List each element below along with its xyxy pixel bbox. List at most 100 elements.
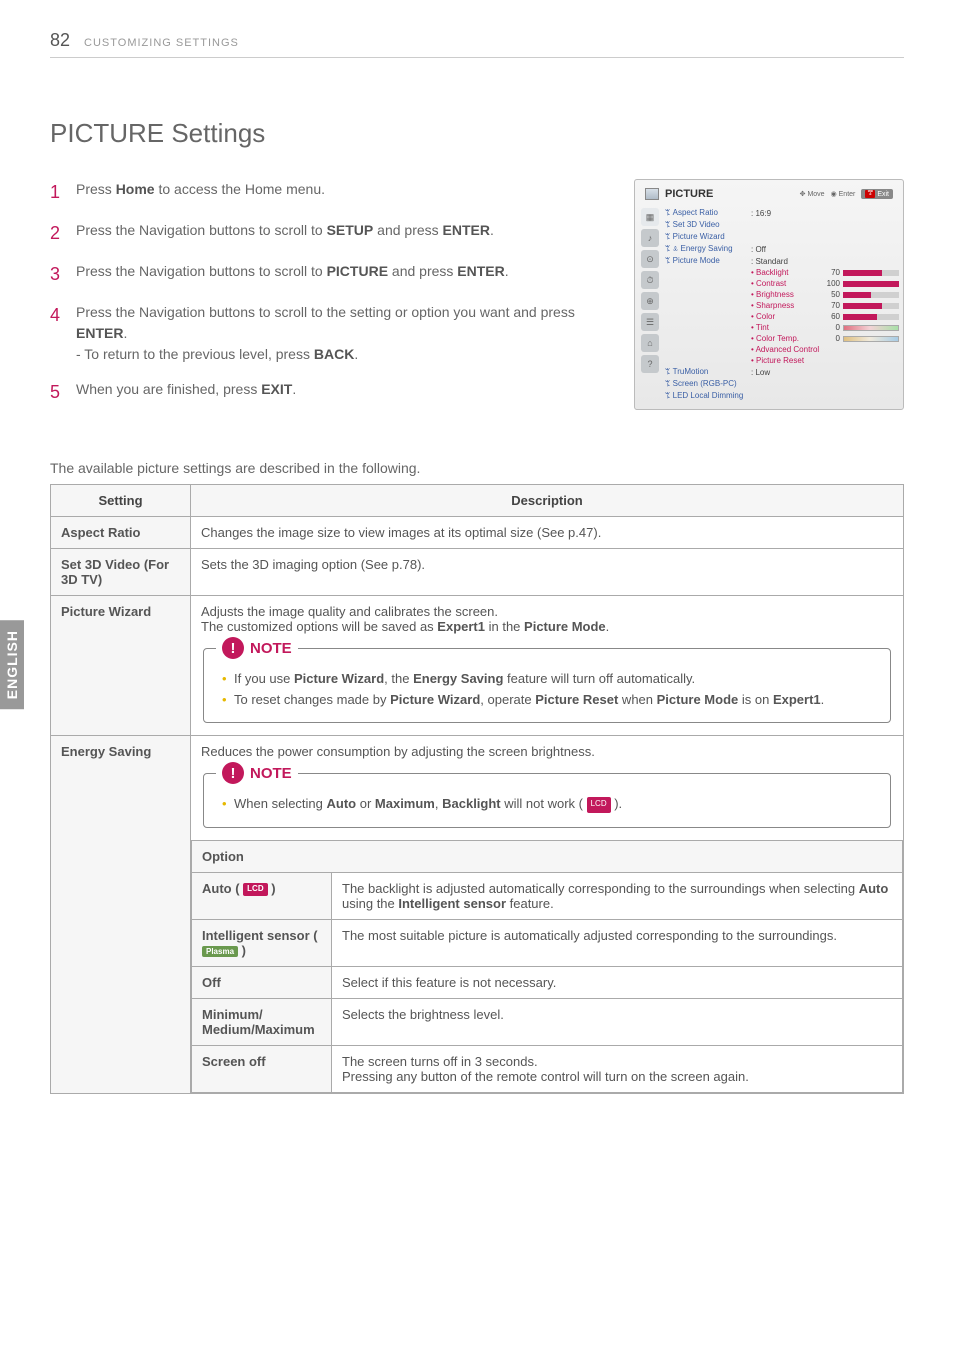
osd-item[interactable]: ꔂ Picture Mode: Standard: [665, 256, 899, 266]
osd-move-hint: ✥ Move: [800, 190, 825, 198]
option-desc: The most suitable picture is automatical…: [332, 919, 903, 966]
colortemp-bar[interactable]: [843, 336, 899, 342]
setting-name: Energy Saving: [51, 736, 191, 1093]
setting-name: Set 3D Video (For 3D TV): [51, 549, 191, 596]
option-name: Intelligent sensor ( Plasma ): [192, 919, 332, 966]
note-icon: !: [222, 637, 244, 659]
setting-desc: Changes the image size to view images at…: [191, 517, 904, 549]
options-table: Option Auto ( LCD ) The backlight is adj…: [191, 840, 903, 1093]
osd-cat-icon[interactable]: ♪: [641, 229, 659, 247]
tint-bar[interactable]: [843, 325, 899, 331]
osd-extra[interactable]: • Picture Reset: [665, 356, 899, 365]
option-row: Screen off The screen turns off in 3 sec…: [192, 1045, 903, 1092]
table-row: Energy Saving Reduces the power consumpt…: [51, 736, 904, 1093]
note-label: ! NOTE: [216, 637, 298, 659]
option-name: Screen off: [192, 1045, 332, 1092]
option-row: Intelligent sensor ( Plasma ) The most s…: [192, 919, 903, 966]
step-number: 2: [50, 220, 76, 247]
step-number: 5: [50, 379, 76, 406]
osd-item[interactable]: ꔂ Screen (RGB-PC): [665, 379, 899, 389]
step: 2 Press the Navigation buttons to scroll…: [50, 220, 614, 247]
step: 5 When you are finished, press EXIT.: [50, 379, 614, 406]
note-item: If you use Picture Wizard, the Energy Sa…: [222, 670, 876, 688]
option-header: Option: [192, 840, 903, 872]
osd-item[interactable]: ꔂ Picture Wizard: [665, 232, 899, 242]
slider-track[interactable]: [843, 303, 899, 309]
table-row: Set 3D Video (For 3D TV) Sets the 3D ima…: [51, 549, 904, 596]
osd-slider-row[interactable]: • Backlight 70: [665, 268, 899, 277]
page-header: 82 CUSTOMIZING SETTINGS: [50, 30, 904, 58]
slider-track[interactable]: [843, 281, 899, 287]
step-text: Press the Navigation buttons to scroll t…: [76, 261, 509, 288]
osd-slider-row[interactable]: • Brightness 50: [665, 290, 899, 299]
table-row: Picture Wizard Adjusts the image quality…: [51, 596, 904, 736]
option-desc: The screen turns off in 3 seconds.Pressi…: [332, 1045, 903, 1092]
note-item: When selecting Auto or Maximum, Backligh…: [222, 795, 876, 813]
setting-desc: Sets the 3D imaging option (See p.78).: [191, 549, 904, 596]
osd-slider-row[interactable]: • Sharpness 70: [665, 301, 899, 310]
osd-tint-row[interactable]: • Tint 0: [665, 323, 899, 332]
note-icon: !: [222, 762, 244, 784]
picture-icon: [645, 188, 659, 200]
option-name: Auto ( LCD ): [192, 872, 332, 919]
setting-name: Picture Wizard: [51, 596, 191, 736]
osd-cat-icon[interactable]: ⌂: [641, 334, 659, 352]
osd-item[interactable]: ꔂ TruMotion: Low: [665, 367, 899, 377]
page-number: 82: [50, 30, 70, 51]
table-intro: The available picture settings are descr…: [50, 460, 904, 476]
step-number: 4: [50, 302, 76, 365]
setting-name: Aspect Ratio: [51, 517, 191, 549]
step: 3 Press the Navigation buttons to scroll…: [50, 261, 614, 288]
osd-extra[interactable]: • Advanced Control: [665, 345, 899, 354]
col-setting-header: Setting: [51, 485, 191, 517]
note-box: ! NOTE When selecting Auto or Maximum, B…: [203, 773, 891, 827]
setting-desc: Adjusts the image quality and calibrates…: [191, 596, 904, 736]
option-name: Minimum/ Medium/Maximum: [192, 998, 332, 1045]
osd-item[interactable]: ꔂ Aspect Ratio: 16:9: [665, 208, 899, 218]
note-box: ! NOTE If you use Picture Wizard, the En…: [203, 648, 891, 723]
step-number: 1: [50, 179, 76, 206]
osd-category-icons: ▦ ♪ ⊙ ⏱ ⊕ ☰ ⌂ ?: [641, 206, 659, 403]
section-heading: PICTURE Settings: [50, 118, 904, 149]
osd-item[interactable]: ꔂ LED Local Dimming: [665, 391, 899, 401]
setting-desc: Reduces the power consumption by adjusti…: [191, 736, 904, 1093]
slider-track[interactable]: [843, 314, 899, 320]
option-name: Off: [192, 966, 332, 998]
option-desc: Select if this feature is not necessary.: [332, 966, 903, 998]
step-number: 3: [50, 261, 76, 288]
option-row: Auto ( LCD ) The backlight is adjusted a…: [192, 872, 903, 919]
step: 1 Press Home to access the Home menu.: [50, 179, 614, 206]
osd-enter-hint: ◉ Enter: [831, 190, 856, 198]
osd-cat-icon[interactable]: ⏱: [641, 271, 659, 289]
table-row: Aspect Ratio Changes the image size to v…: [51, 517, 904, 549]
osd-preview: PICTURE ✥ Move ◉ Enter ꔅExit ▦ ♪ ⊙ ⏱ ⊕ ☰…: [634, 179, 904, 410]
steps-list: 1 Press Home to access the Home menu.2 P…: [50, 179, 614, 420]
step-text: Press Home to access the Home menu.: [76, 179, 325, 206]
option-row: Off Select if this feature is not necess…: [192, 966, 903, 998]
settings-table: Setting Description Aspect Ratio Changes…: [50, 484, 904, 1094]
step-text: Press the Navigation buttons to scroll t…: [76, 302, 614, 365]
option-row: Minimum/ Medium/Maximum Selects the brig…: [192, 998, 903, 1045]
osd-exit-button[interactable]: ꔅExit: [861, 189, 893, 199]
osd-cat-icon[interactable]: ☰: [641, 313, 659, 331]
note-item: To reset changes made by Picture Wizard,…: [222, 691, 876, 709]
note-label: ! NOTE: [216, 762, 298, 784]
option-desc: The backlight is adjusted automatically …: [332, 872, 903, 919]
osd-cat-icon[interactable]: ?: [641, 355, 659, 373]
header-section: CUSTOMIZING SETTINGS: [84, 37, 239, 49]
osd-cat-icon[interactable]: ⊙: [641, 250, 659, 268]
step: 4 Press the Navigation buttons to scroll…: [50, 302, 614, 365]
step-text: Press the Navigation buttons to scroll t…: [76, 220, 494, 247]
osd-item[interactable]: ꔂ Set 3D Video: [665, 220, 899, 230]
osd-title: PICTURE: [665, 188, 713, 200]
option-desc: Selects the brightness level.: [332, 998, 903, 1045]
slider-track[interactable]: [843, 292, 899, 298]
osd-item[interactable]: ꔂ ꕊ Energy Saving: Off: [665, 244, 899, 254]
osd-colortemp-row[interactable]: • Color Temp. 0: [665, 334, 899, 343]
col-description-header: Description: [191, 485, 904, 517]
osd-cat-icon[interactable]: ⊕: [641, 292, 659, 310]
slider-track[interactable]: [843, 270, 899, 276]
osd-slider-row[interactable]: • Contrast 100: [665, 279, 899, 288]
osd-cat-icon[interactable]: ▦: [641, 208, 659, 226]
osd-slider-row[interactable]: • Color 60: [665, 312, 899, 321]
